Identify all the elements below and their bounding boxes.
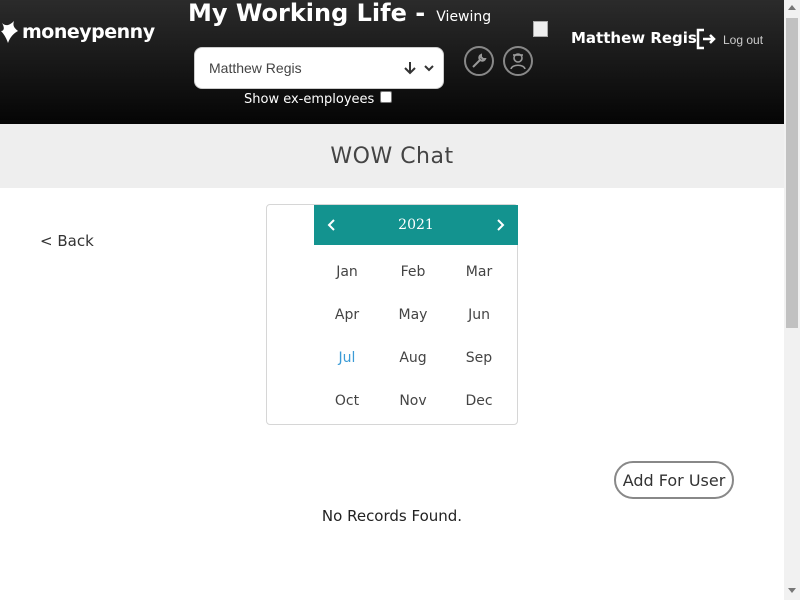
- app-title-main: My Working Life -: [188, 0, 426, 27]
- chevron-down-icon: [424, 65, 434, 72]
- vertical-scrollbar[interactable]: [784, 0, 800, 600]
- no-records-message: No Records Found.: [321, 507, 463, 525]
- logout-label: Log out: [723, 33, 764, 47]
- logout-icon: [696, 28, 716, 50]
- support-user-button[interactable]: [503, 46, 533, 76]
- show-ex-employees: Show ex-employees: [244, 90, 393, 107]
- support-user-icon: [510, 53, 526, 70]
- settings-wrench-button[interactable]: [464, 46, 494, 76]
- moneypenny-logo[interactable]: moneypenny: [0, 18, 155, 46]
- chevron-left-icon: [327, 218, 335, 231]
- scroll-up-icon[interactable]: [788, 4, 796, 12]
- picker-year[interactable]: 2021: [398, 217, 434, 233]
- month-mar[interactable]: Mar: [446, 250, 512, 293]
- wrench-icon: [472, 53, 487, 68]
- month-jun[interactable]: Jun: [446, 293, 512, 336]
- logout-button[interactable]: Log out: [695, 26, 763, 52]
- month-apr[interactable]: Apr: [314, 293, 380, 336]
- scroll-down-icon[interactable]: [788, 588, 796, 596]
- month-oct[interactable]: Oct: [314, 379, 380, 422]
- back-link[interactable]: < Back: [40, 232, 94, 250]
- month-jul[interactable]: Jul: [314, 336, 380, 379]
- month-dec[interactable]: Dec: [446, 379, 512, 422]
- employee-select-value: Matthew Regis: [209, 60, 302, 76]
- add-for-user-button[interactable]: Add For User: [614, 461, 734, 499]
- month-sep[interactable]: Sep: [446, 336, 512, 379]
- scrollbar-thumb[interactable]: [786, 18, 798, 328]
- app-title: My Working Life - Viewing: [188, 0, 491, 27]
- top-header: moneypenny My Working Life - Viewing Mat…: [0, 0, 784, 124]
- page-title-band: WOW Chat: [0, 124, 784, 188]
- show-ex-employees-label: Show ex-employees: [244, 92, 375, 107]
- month-grid: Jan Feb Mar Apr May Jun Jul Aug Sep Oct …: [314, 250, 514, 422]
- page-title: WOW Chat: [330, 143, 454, 169]
- month-picker-header: 2021: [314, 205, 518, 245]
- bird-icon: [1, 21, 18, 43]
- avatar: [533, 21, 548, 37]
- app-title-suffix: Viewing: [436, 9, 492, 25]
- logo-text: moneypenny: [22, 21, 155, 43]
- month-nov[interactable]: Nov: [380, 379, 446, 422]
- month-feb[interactable]: Feb: [380, 250, 446, 293]
- prev-year-button[interactable]: [324, 215, 340, 236]
- month-aug[interactable]: Aug: [380, 336, 446, 379]
- month-may[interactable]: May: [380, 293, 446, 336]
- show-ex-employees-checkbox[interactable]: [380, 90, 393, 103]
- next-year-button[interactable]: [492, 215, 508, 236]
- month-jan[interactable]: Jan: [314, 250, 380, 293]
- employee-select[interactable]: Matthew Regis: [194, 47, 444, 89]
- user-name: Matthew Regis: [571, 29, 697, 47]
- month-picker: 2021 Jan Feb Mar Apr May Jun Jul Aug Sep…: [266, 204, 518, 425]
- arrow-down-icon: [404, 62, 416, 75]
- chevron-right-icon: [497, 218, 505, 231]
